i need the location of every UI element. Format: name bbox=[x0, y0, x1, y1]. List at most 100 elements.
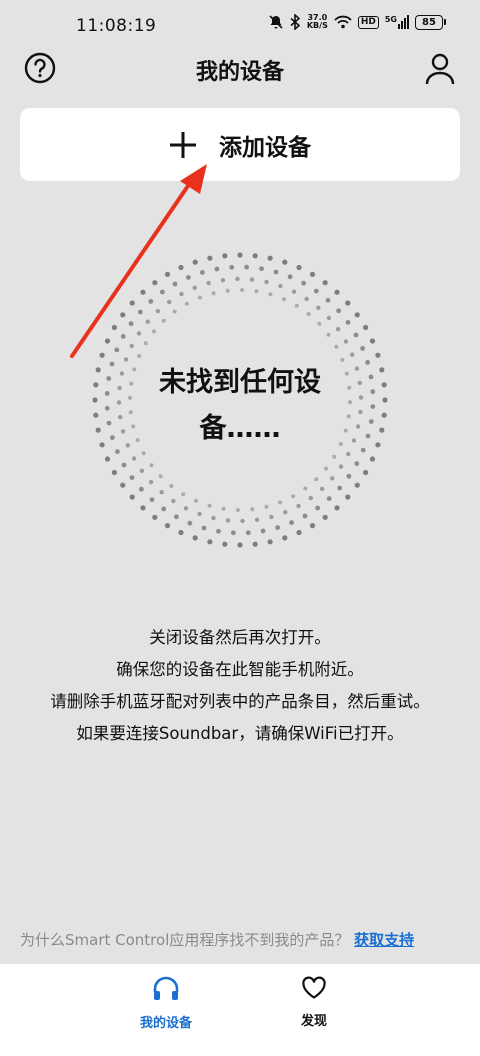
scan-dot bbox=[346, 473, 352, 479]
scan-dot bbox=[161, 506, 167, 512]
nav-my-devices[interactable]: 我的设备 bbox=[106, 976, 226, 1031]
mute-icon bbox=[269, 15, 283, 29]
scan-dot bbox=[245, 530, 251, 536]
scan-dot bbox=[264, 279, 269, 285]
scan-dot bbox=[119, 371, 125, 376]
scan-dot bbox=[324, 466, 328, 471]
scan-dot bbox=[353, 332, 359, 338]
scan-dot bbox=[282, 259, 288, 265]
scan-dot bbox=[350, 352, 355, 357]
get-support-link[interactable]: 获取支持 bbox=[354, 931, 414, 949]
scan-dot bbox=[314, 477, 319, 482]
scan-dot bbox=[184, 301, 189, 306]
scan-dot bbox=[129, 300, 135, 306]
scan-dot bbox=[167, 299, 172, 305]
scan-dot bbox=[244, 264, 250, 270]
scan-dot bbox=[158, 474, 163, 479]
scan-dot bbox=[334, 505, 340, 511]
scan-dot bbox=[322, 280, 328, 286]
instruction-line: 如果要连接Soundbar，请确保WiFi已打开。 bbox=[76, 724, 404, 743]
scan-dot bbox=[197, 295, 202, 300]
scan-dot bbox=[186, 275, 191, 280]
scan-dot bbox=[137, 309, 143, 315]
scan-dot bbox=[131, 456, 137, 461]
scan-dot bbox=[129, 475, 135, 480]
scan-dot bbox=[319, 486, 325, 492]
wifi-icon bbox=[334, 15, 352, 29]
scan-dot bbox=[129, 494, 135, 500]
scan-dot bbox=[128, 410, 133, 415]
scan-dot bbox=[120, 312, 126, 318]
scan-dot bbox=[302, 513, 308, 519]
scan-dot bbox=[197, 511, 202, 517]
scan-dot bbox=[211, 291, 216, 296]
scan-dot bbox=[360, 447, 366, 453]
scan-dot bbox=[192, 535, 198, 541]
scan-dot bbox=[106, 376, 112, 381]
scan-dot bbox=[357, 380, 362, 386]
scan-dot bbox=[109, 361, 115, 367]
add-device-button[interactable]: 添加设备 bbox=[20, 108, 460, 181]
scan-dot bbox=[106, 420, 112, 426]
scan-dot bbox=[235, 276, 240, 282]
scan-dot bbox=[172, 281, 178, 287]
net-speed-unit: KB/S bbox=[306, 21, 328, 30]
scan-dot bbox=[220, 278, 226, 283]
scan-dot bbox=[336, 308, 341, 314]
scan-dot bbox=[172, 309, 177, 314]
scan-dot bbox=[354, 461, 360, 466]
account-icon[interactable] bbox=[424, 52, 456, 86]
scan-dot bbox=[355, 424, 361, 429]
scan-dot bbox=[303, 486, 308, 491]
scan-dot bbox=[250, 507, 255, 512]
scan-dot bbox=[125, 443, 130, 448]
scan-dot bbox=[221, 506, 226, 511]
scan-dot bbox=[128, 395, 132, 400]
scan-dot bbox=[381, 412, 387, 418]
scan-dot bbox=[123, 357, 129, 362]
scan-dot bbox=[282, 297, 286, 302]
scan-dot bbox=[335, 327, 341, 332]
scan-dot bbox=[360, 346, 365, 351]
scan-dot bbox=[282, 535, 288, 541]
scan-dot bbox=[346, 451, 351, 457]
scan-dot bbox=[114, 347, 120, 353]
scan-dot bbox=[132, 367, 137, 372]
scan-dot bbox=[160, 289, 165, 295]
scan-dot bbox=[129, 343, 134, 349]
scan-dot bbox=[225, 288, 230, 293]
scan-dot bbox=[249, 277, 255, 282]
scan-dot bbox=[93, 382, 99, 388]
scan-dot bbox=[111, 324, 117, 331]
scan-dot bbox=[152, 329, 156, 334]
scan-dot bbox=[278, 500, 283, 505]
scan-dot bbox=[145, 319, 150, 324]
scan-dot bbox=[345, 494, 351, 500]
nav-my-devices-label: 我的设备 bbox=[139, 1016, 192, 1031]
plus-icon bbox=[170, 131, 196, 158]
bluetooth-icon bbox=[290, 14, 301, 30]
signal-icon: 5G bbox=[385, 15, 409, 29]
scan-dot bbox=[316, 305, 321, 310]
scan-dot bbox=[267, 539, 273, 545]
scan-dot bbox=[159, 490, 164, 495]
instruction-line: 确保您的设备在此智能手机附近。 bbox=[116, 660, 364, 679]
scan-dot bbox=[121, 462, 127, 468]
scan-dot bbox=[315, 505, 320, 511]
scan-dot bbox=[99, 442, 105, 448]
scan-dot bbox=[304, 296, 309, 302]
nav-discover[interactable]: 发现 bbox=[254, 976, 374, 1029]
scan-dot bbox=[229, 264, 235, 270]
scan-dot bbox=[104, 338, 111, 344]
scan-dot bbox=[354, 366, 360, 371]
scan-dot bbox=[110, 435, 115, 440]
help-footer: 为什么Smart Control应用程序找不到我的产品？ 获取支持 bbox=[20, 929, 414, 950]
hd-badge: HD bbox=[357, 15, 379, 29]
status-time: 11:08:19 bbox=[76, 16, 157, 36]
scan-dot bbox=[332, 454, 337, 459]
scan-dot bbox=[343, 339, 349, 344]
scan-dot bbox=[131, 424, 136, 429]
scan-dot bbox=[346, 414, 351, 419]
scan-dot bbox=[183, 506, 189, 511]
scan-dot bbox=[309, 523, 316, 529]
